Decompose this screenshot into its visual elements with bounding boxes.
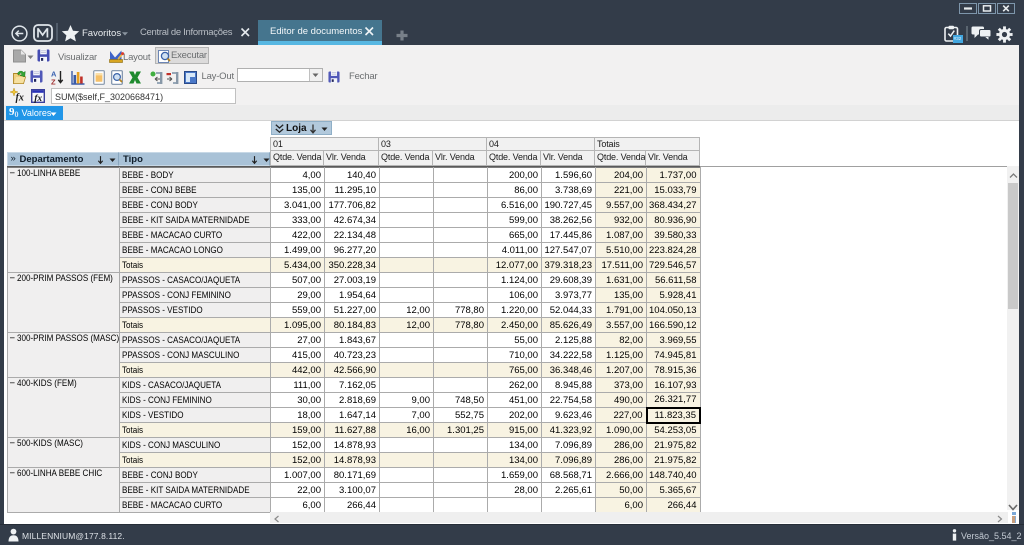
svg-text:Z: Z — [51, 78, 56, 86]
svg-text:fx: fx — [16, 93, 24, 104]
svg-text:fx: fx — [34, 94, 42, 103]
